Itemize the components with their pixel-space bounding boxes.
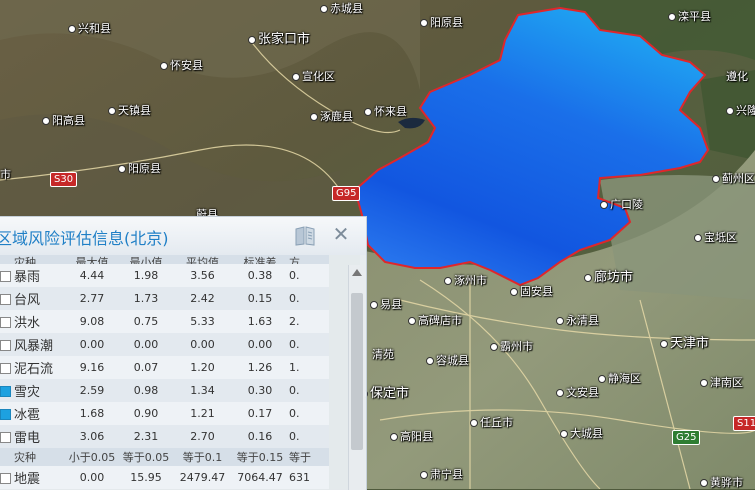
row-checkbox[interactable]: [0, 431, 11, 443]
table-row: 洪水 9.08 0.75 5.33 1.63 2.: [0, 310, 329, 333]
table-row: 台风 2.77 1.73 2.42 0.15 0.: [0, 287, 329, 310]
row-checkbox[interactable]: [0, 339, 11, 351]
table-row: 泥石流 9.16 0.07 1.20 1.26 1.: [0, 356, 329, 379]
table-row: 风暴潮 0.00 0.00 0.00 0.00 0.: [0, 333, 329, 356]
place-label: 静海区: [598, 370, 641, 386]
place-label: 高碑店市: [408, 312, 462, 328]
road-shield: G25: [672, 430, 701, 445]
table-row: 暴雨 4.44 1.98 3.56 0.38 0.: [0, 264, 329, 287]
place-label: 肃宁县: [420, 466, 463, 482]
place-label: 津南区: [700, 374, 743, 390]
table-header-row: 灾种 小于0.05 等于0.05 等于0.1 等于0.15 等于: [0, 448, 329, 466]
place-label: 阳原县: [420, 14, 463, 30]
place-label: 阳高县: [42, 112, 85, 128]
risk-assessment-panel: 区域风险评估信息(北京) ✕ 灾种 最大值 最小值 平均值 标准差 方 暴雨 4…: [0, 216, 367, 490]
book-icon[interactable]: [294, 226, 316, 246]
place-label: 天镇县: [108, 102, 151, 118]
table-row: 雷电 3.06 2.31 2.70 0.16 0.: [0, 425, 329, 448]
row-checkbox[interactable]: [0, 362, 11, 374]
place-label: 保定市: [360, 382, 409, 401]
place-label: 天津市: [660, 332, 709, 351]
place-label: 容城县: [426, 352, 469, 368]
risk-table: 灾种 最大值 最小值 平均值 标准差 方 暴雨 4.44 1.98 3.56 0…: [0, 255, 348, 490]
place-label: 清苑: [372, 348, 394, 361]
row-checkbox[interactable]: [0, 316, 11, 328]
row-checkbox[interactable]: [0, 270, 11, 282]
place-label: 高阳县: [390, 428, 433, 444]
place-label: 遵化: [726, 70, 748, 83]
close-icon[interactable]: ✕: [331, 224, 351, 244]
table-row: 地震 0.00 15.95 2479.47 7064.47 631: [0, 466, 329, 489]
place-label: 阳原县: [118, 160, 161, 176]
place-label: 兴隆: [726, 102, 755, 118]
place-label: 涿鹿县: [310, 108, 353, 124]
place-label: 怀来县: [364, 103, 407, 119]
place-label: 大城县: [560, 425, 603, 441]
place-label: 涿州市: [444, 272, 487, 288]
scroll-thumb[interactable]: [351, 293, 363, 450]
place-label: 怀安县: [160, 57, 203, 73]
place-label: 黄骅市: [700, 474, 743, 490]
row-checkbox[interactable]: [0, 472, 11, 484]
scroll-up-arrow-icon[interactable]: [352, 269, 362, 276]
place-label: 文安县: [556, 384, 599, 400]
road-shield: S30: [50, 172, 78, 187]
road-shield: G95: [332, 186, 361, 201]
row-checkbox[interactable]: [0, 293, 11, 305]
place-label: 固安县: [510, 283, 553, 299]
row-checkbox[interactable]: [0, 408, 11, 420]
place-label: 滦平县: [668, 8, 711, 24]
panel-scrollbar[interactable]: [348, 265, 365, 490]
place-label: 张家口市: [248, 28, 310, 47]
table-header-row: 灾种 最大值 最小值 平均值 标准差 方: [0, 255, 329, 264]
table-row: 雪灾 2.59 0.98 1.34 0.30 0.: [0, 379, 329, 402]
table-row: 冰雹 1.68 0.90 1.21 0.17 0.: [0, 402, 329, 425]
place-label: 任丘市: [470, 414, 513, 430]
place-label: 廊坊市: [584, 266, 633, 285]
place-label: 赤城县: [320, 0, 363, 16]
place-label: 易县: [370, 296, 402, 312]
place-label: 霸州市: [490, 338, 533, 354]
place-label: 蓟州区: [712, 170, 755, 186]
place-label: 宝坻区: [694, 229, 737, 245]
row-checkbox[interactable]: [0, 385, 11, 397]
place-label: 宣化区: [292, 68, 335, 84]
place-label: 广口陵: [600, 196, 643, 212]
place-label: 市: [0, 168, 11, 181]
panel-title: 区域风险评估信息(北京): [0, 229, 169, 248]
place-label: 兴和县: [68, 20, 111, 36]
place-label: 永清县: [556, 312, 599, 328]
panel-header: 区域风险评估信息(北京) ✕: [0, 217, 366, 255]
road-shield: S11: [733, 416, 755, 431]
